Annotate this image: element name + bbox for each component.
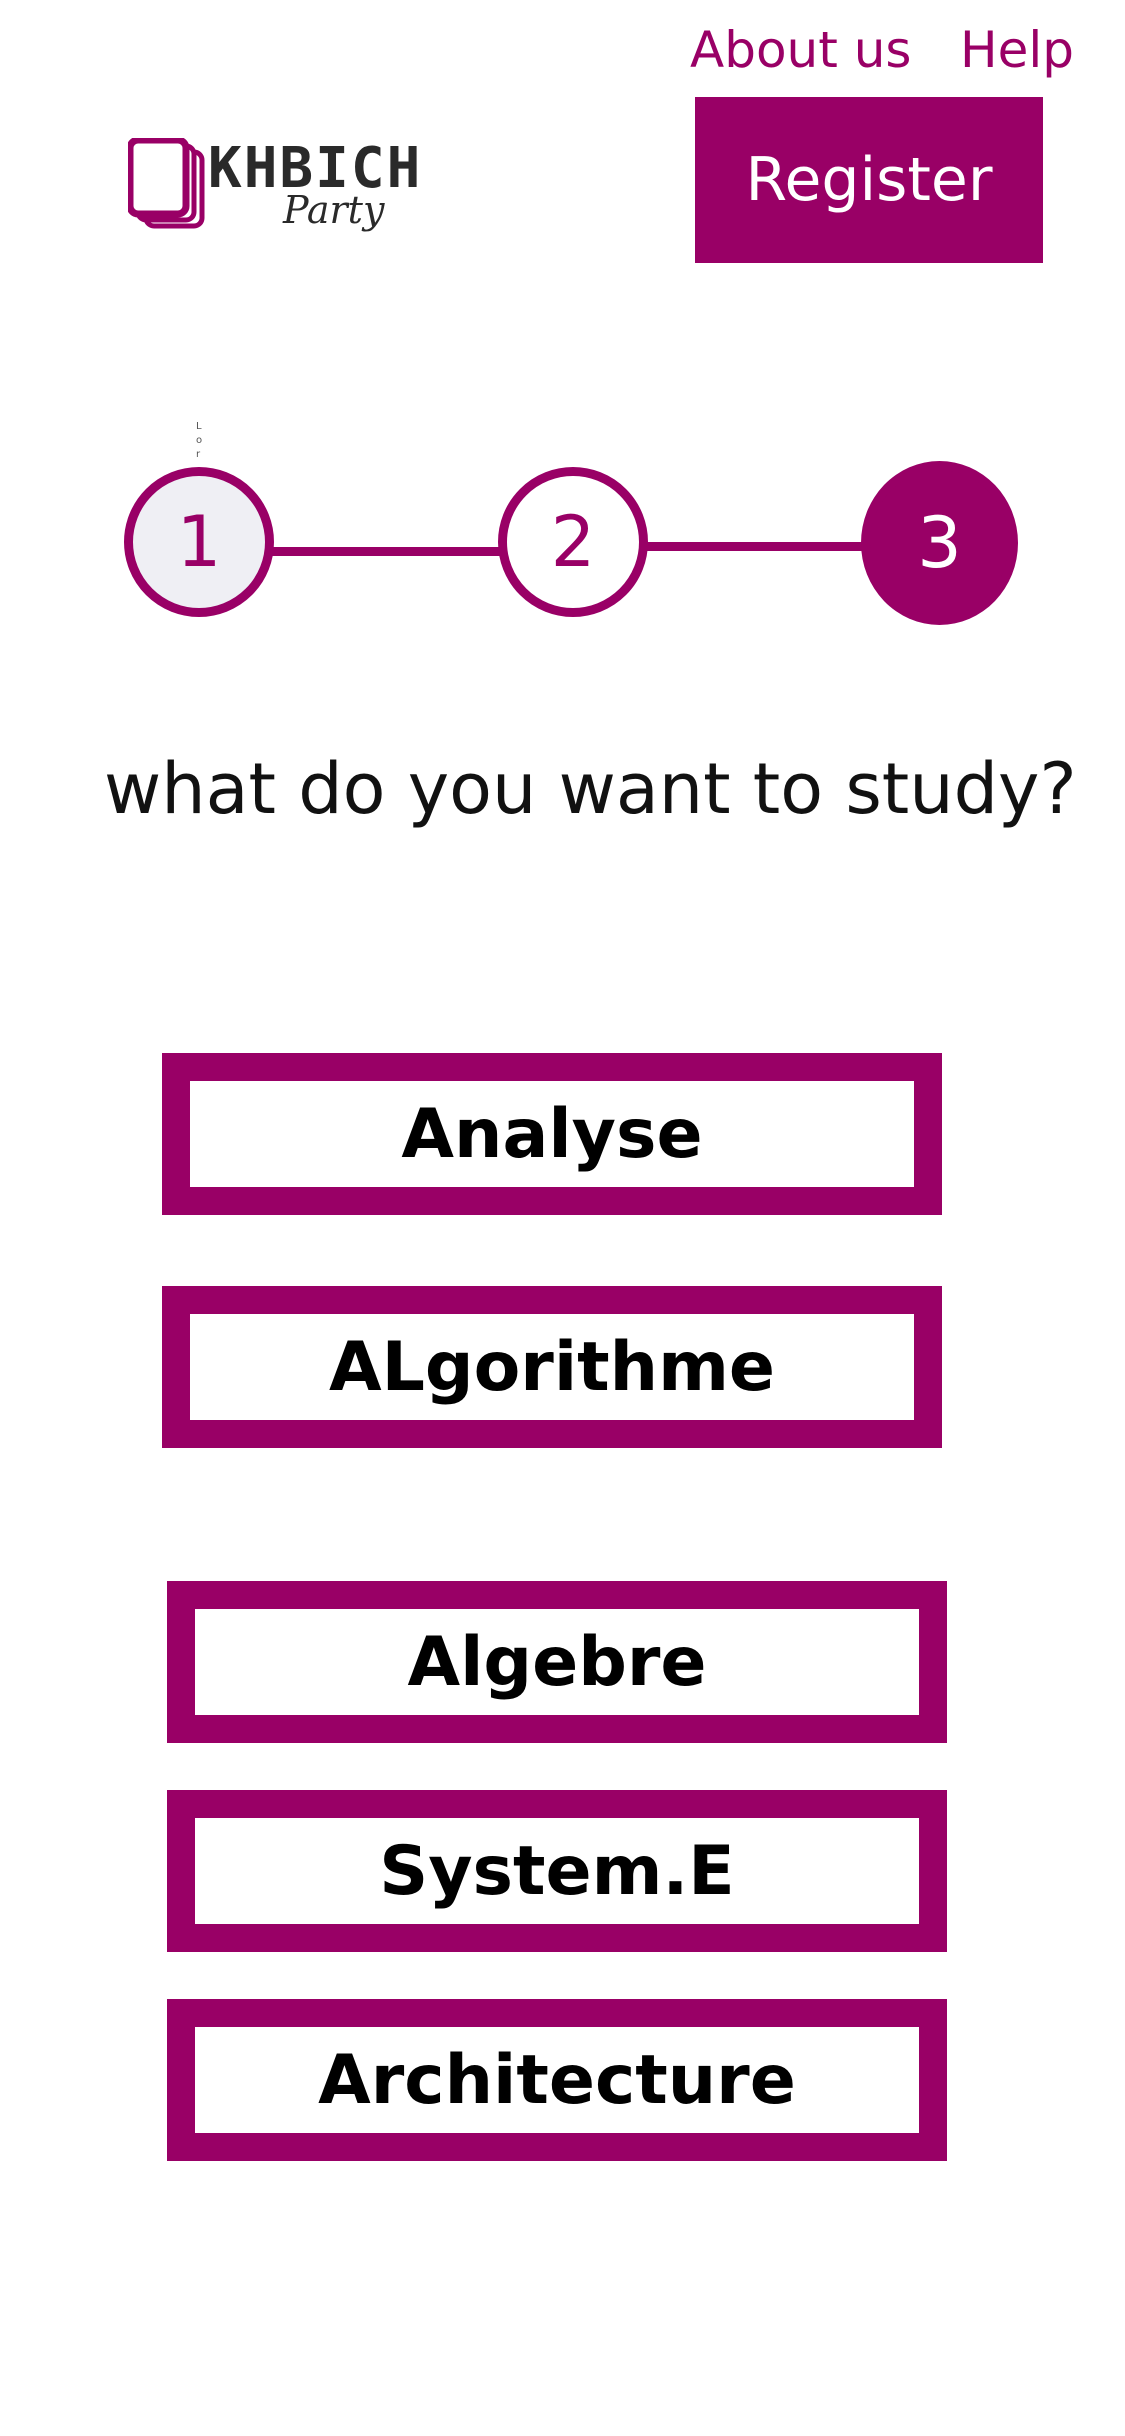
step-tooltip-text: Lor bbox=[196, 421, 203, 460]
step-connector bbox=[645, 542, 875, 551]
subject-option-algebre[interactable]: Algebre bbox=[167, 1581, 947, 1743]
step-connector bbox=[270, 547, 510, 556]
about-us-link[interactable]: About us bbox=[690, 18, 911, 82]
help-link[interactable]: Help bbox=[960, 18, 1074, 82]
subject-option-system-e[interactable]: System.E bbox=[167, 1790, 947, 1952]
step-3-active[interactable]: 3 bbox=[861, 461, 1018, 625]
subject-option-architecture[interactable]: Architecture bbox=[167, 1999, 947, 2161]
subject-option-analyse[interactable]: Analyse bbox=[162, 1053, 942, 1215]
step-1[interactable]: 1 bbox=[124, 467, 274, 617]
logo-subtitle: Party bbox=[283, 188, 385, 232]
logo: KHBICH Party bbox=[128, 136, 428, 246]
subject-label: ALgorithme bbox=[190, 1314, 914, 1420]
stacked-cards-icon bbox=[128, 138, 205, 229]
subject-option-algorithme[interactable]: ALgorithme bbox=[162, 1286, 942, 1448]
subject-label: Algebre bbox=[195, 1609, 919, 1715]
step-2[interactable]: 2 bbox=[498, 467, 648, 617]
page-question: what do you want to study? bbox=[104, 748, 1077, 830]
register-button[interactable]: Register bbox=[695, 97, 1043, 263]
progress-stepper: Lor 1 2 3 bbox=[0, 420, 1125, 640]
subject-label: System.E bbox=[195, 1818, 919, 1924]
subject-label: Analyse bbox=[190, 1081, 914, 1187]
subject-label: Architecture bbox=[195, 2027, 919, 2133]
